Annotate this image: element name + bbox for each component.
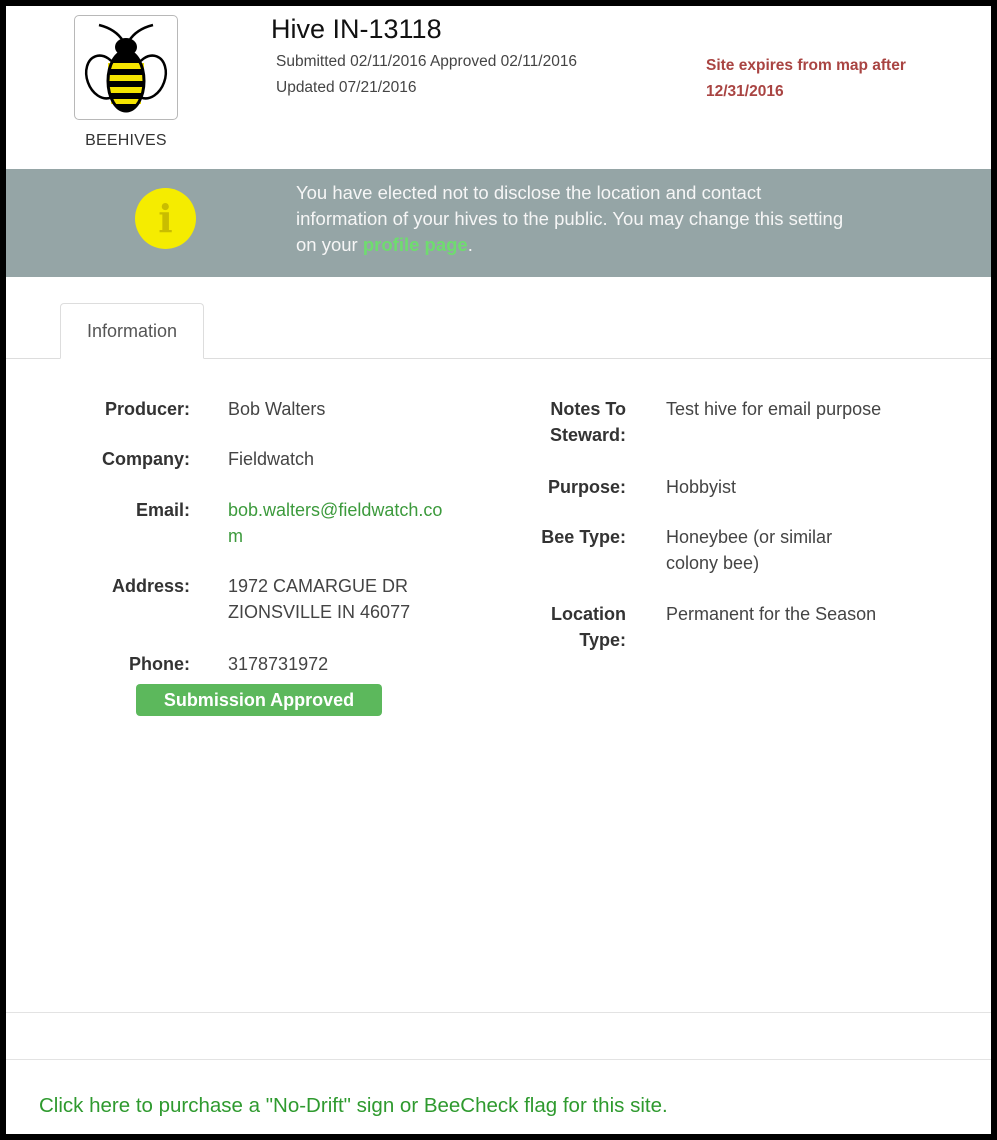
- location-type-label: Location Type:: [486, 601, 626, 653]
- privacy-message-line1: You have elected not to disclose the loc…: [296, 182, 762, 203]
- privacy-message: You have elected not to disclose the loc…: [296, 180, 936, 258]
- profile-page-link[interactable]: profile page: [363, 234, 468, 255]
- hive-detail-panel: BEEHIVES Hive IN-13118 Submitted 02/11/2…: [0, 0, 997, 1140]
- company-label: Company:: [101, 449, 190, 469]
- info-icon: i: [135, 188, 196, 249]
- address-line2: ZIONSVILLE IN 46077: [228, 602, 411, 622]
- footer-divider: [6, 1012, 991, 1013]
- email-line1: bob.walters@fieldwatch.co: [228, 500, 443, 520]
- phone-value: 3178731972: [228, 654, 329, 674]
- bee-type-line1: Honeybee (or similar: [666, 527, 833, 547]
- updated-date: Updated 07/21/2016: [276, 79, 417, 96]
- page-title: Hive IN-13118: [271, 14, 442, 44]
- notes-label-line1: Notes To: [550, 399, 626, 419]
- hive-header: BEEHIVES Hive IN-13118 Submitted 02/11/2…: [6, 6, 991, 169]
- beehive-logo: [74, 15, 178, 120]
- privacy-message-prefix: on your: [296, 234, 363, 255]
- location-type-value: Permanent for the Season: [666, 604, 877, 624]
- expiry-notice-line1: Site expires from map after: [706, 57, 906, 74]
- notes-value: Test hive for email purpose: [666, 399, 882, 419]
- expiry-notice-date: 12/31/2016: [706, 83, 784, 100]
- bee-type-value: Honeybee (or similar colony bee): [666, 524, 832, 576]
- privacy-banner: i You have elected not to disclose the l…: [6, 169, 991, 277]
- notes-label: Notes To Steward:: [486, 396, 626, 448]
- bee-type-line2: colony bee): [666, 553, 760, 573]
- submission-dates: Submitted 02/11/2016 Approved 02/11/2016: [276, 53, 578, 70]
- privacy-message-suffix: .: [467, 234, 473, 255]
- producer-value: Bob Walters: [228, 399, 326, 419]
- phone-label: Phone:: [129, 654, 190, 674]
- purpose-label: Purpose:: [547, 477, 626, 497]
- expiry-notice: Site expires from map after 12/31/2016: [706, 53, 976, 105]
- company-value: Fieldwatch: [228, 449, 315, 469]
- email-line2: m: [228, 526, 243, 546]
- tab-information[interactable]: Information: [60, 303, 204, 359]
- bee-type-label: Bee Type:: [541, 527, 626, 547]
- purpose-value: Hobbyist: [666, 477, 737, 497]
- email-label: Email:: [135, 500, 190, 520]
- privacy-message-line2: information of your hives to the public.…: [296, 208, 844, 229]
- address-value: 1972 CAMARGUE DR ZIONSVILLE IN 46077: [228, 573, 410, 625]
- address-line1: 1972 CAMARGUE DR: [228, 576, 409, 596]
- bee-icon: [84, 23, 168, 113]
- footer-divider: [6, 1059, 991, 1060]
- email-link[interactable]: bob.walters@fieldwatch.co m: [228, 497, 442, 549]
- logo-label: BEEHIVES: [85, 132, 167, 149]
- location-type-label-line1: Location: [551, 604, 626, 624]
- location-type-label-line2: Type:: [579, 630, 626, 650]
- address-label: Address:: [111, 576, 190, 596]
- notes-label-line2: Steward:: [549, 425, 626, 445]
- purchase-sign-link[interactable]: Click here to purchase a "No-Drift" sign…: [39, 1094, 668, 1118]
- privacy-message-line3: on your profile page.: [296, 232, 936, 258]
- status-badge: Submission Approved: [136, 684, 382, 716]
- producer-label: Producer:: [104, 399, 190, 419]
